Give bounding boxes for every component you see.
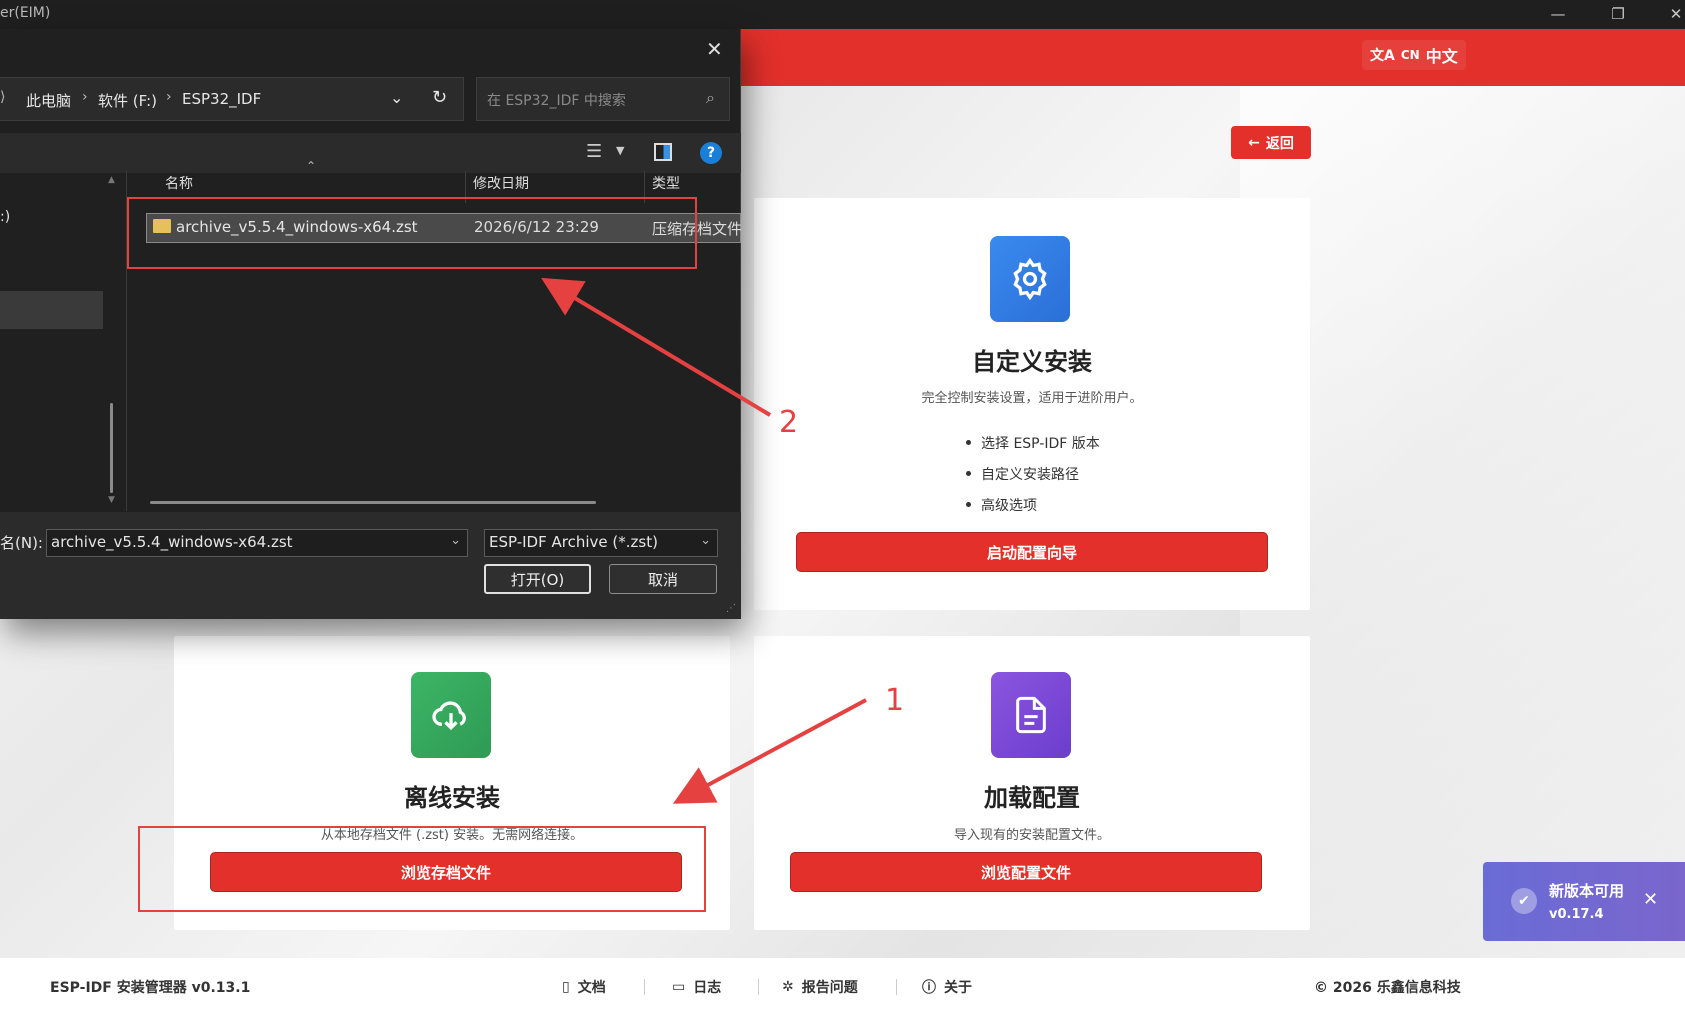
refresh-icon[interactable]: ↻ — [432, 87, 447, 108]
feature-item: 高级选项 — [966, 489, 1100, 520]
footer-copyright: © 2026 乐鑫信息科技 — [1314, 980, 1461, 996]
annotation-box-file — [127, 197, 697, 269]
annotation-box-browse — [138, 826, 706, 912]
filetype-select[interactable]: ESP-IDF Archive (*.zst) ⌄ — [484, 529, 718, 557]
load-desc: 导入现有的安装配置文件。 — [953, 828, 1110, 843]
footer-link-report[interactable]: ✲ 报告问题 — [782, 958, 858, 1016]
nav-scroll-up-icon[interactable]: ▲ — [108, 175, 115, 185]
nav-scroll-down-icon[interactable]: ▼ — [108, 495, 115, 505]
filename-input[interactable]: archive_v5.5.4_windows-x64.zst ⌄ — [46, 529, 468, 557]
annotation-step-2: 2 — [779, 405, 799, 440]
docs-label: 文档 — [577, 980, 606, 996]
start-wizard-button[interactable]: 启动配置向导 — [796, 532, 1268, 572]
lang-code: CN — [1400, 48, 1420, 62]
toast-title: 新版本可用 — [1549, 882, 1625, 900]
book-icon: ▯ — [562, 979, 570, 995]
annotation-step-1: 1 — [885, 683, 905, 718]
open-button[interactable]: 打开(O) — [484, 564, 591, 594]
offline-title: 离线安装 — [404, 784, 500, 812]
back-label: 返回 — [1265, 135, 1294, 152]
load-title: 加载配置 — [984, 784, 1080, 812]
resize-grip-icon[interactable]: ⋰ — [726, 603, 736, 614]
info-icon: ⓘ — [922, 980, 936, 996]
nav-item-partial[interactable]: :) — [0, 209, 10, 225]
chevron-down-icon[interactable]: ⌄ — [390, 88, 403, 107]
report-label: 报告问题 — [801, 980, 858, 996]
breadcrumb-item[interactable]: ESP32_IDF — [182, 90, 261, 108]
footer-link-about[interactable]: ⓘ 关于 — [922, 958, 972, 1016]
search-input[interactable]: 在 ESP32_IDF 中搜索 ⌕ — [476, 77, 730, 121]
chevron-down-icon[interactable]: ⌄ — [450, 533, 461, 548]
toast-close-icon[interactable]: ✕ — [1643, 889, 1658, 910]
check-circle-icon: ✔ — [1511, 888, 1537, 914]
window-title: er(EIM) — [0, 5, 51, 21]
feature-item: 选择 ESP-IDF 版本 — [966, 427, 1100, 458]
breadcrumb-item[interactable]: 此电脑 — [26, 90, 71, 111]
cloud-download-icon — [411, 672, 491, 758]
help-icon[interactable]: ? — [700, 142, 722, 164]
filename-value: archive_v5.5.4_windows-x64.zst — [51, 533, 293, 551]
nav-scrollbar[interactable] — [110, 403, 113, 493]
gear-icon — [990, 236, 1070, 322]
back-button[interactable]: ← 返回 — [1231, 126, 1311, 159]
footer-link-logs[interactable]: ▭ 日志 — [672, 958, 721, 1016]
feature-item: 自定义安装路径 — [966, 458, 1100, 489]
minimize-button[interactable]: — — [1538, 3, 1578, 25]
close-window-button[interactable]: ✕ — [1656, 3, 1685, 25]
load-config-card: 加载配置 导入现有的安装配置文件。 浏览配置文件 — [754, 636, 1310, 930]
preview-pane-icon[interactable] — [654, 143, 672, 161]
document-icon — [991, 672, 1071, 758]
arrow-left-icon: ← — [1248, 134, 1260, 151]
cancel-button[interactable]: 取消 — [609, 564, 717, 594]
custom-desc: 完全控制安装设置，适用于进阶用户。 — [921, 391, 1143, 406]
sort-ascending-icon: ⌃ — [306, 159, 317, 173]
dialog-toolbar: ☰ ▼ ? — [0, 133, 741, 173]
search-icon: ⌕ — [706, 88, 715, 107]
custom-feature-list: 选择 ESP-IDF 版本 自定义安装路径 高级选项 — [966, 427, 1100, 520]
filename-label: 名(N): — [0, 534, 43, 552]
view-dropdown-icon[interactable]: ▼ — [616, 144, 624, 157]
about-label: 关于 — [944, 980, 972, 996]
restore-button[interactable]: ❐ — [1598, 3, 1638, 25]
chevron-down-icon[interactable]: ⌄ — [700, 533, 711, 548]
file-list-scrollbar[interactable] — [150, 501, 596, 504]
bug-icon: ✲ — [782, 979, 794, 995]
custom-install-card: 自定义安装 完全控制安装设置，适用于进阶用户。 选择 ESP-IDF 版本 自定… — [754, 198, 1310, 610]
view-list-icon[interactable]: ☰ — [586, 141, 602, 162]
dialog-close-icon[interactable]: ✕ — [706, 37, 723, 61]
logs-label: 日志 — [693, 980, 722, 996]
filetype-value: ESP-IDF Archive (*.zst) — [489, 533, 658, 551]
lang-label: 中文 — [1425, 47, 1458, 66]
footer-version: ESP-IDF 安装管理器 v0.13.1 — [50, 980, 251, 996]
folder-icon: ▭ — [672, 979, 686, 995]
address-bar[interactable]: ⟩ 此电脑 › 软件 (F:) › ESP32_IDF ⌄ ↻ — [0, 77, 464, 121]
navigation-pane: :) — [0, 171, 126, 509]
breadcrumb-item[interactable]: 软件 (F:) — [98, 90, 157, 111]
footer: ESP-IDF 安装管理器 v0.13.1 ▯ 文档 ▭ 日志 ✲ 报告问题 ⓘ 关于 … — [0, 958, 1685, 1016]
translate-icon: 文A — [1370, 48, 1395, 64]
nav-item-selected[interactable] — [0, 291, 103, 329]
chevron-right-icon: › — [166, 89, 172, 105]
browse-config-button[interactable]: 浏览配置文件 — [790, 852, 1262, 892]
toast-version: v0.17.4 — [1549, 907, 1604, 922]
chevron-right-icon: › — [82, 89, 88, 105]
footer-link-docs[interactable]: ▯ 文档 — [562, 958, 606, 1016]
language-switch[interactable]: 文A CN 中文 — [1362, 40, 1466, 70]
search-placeholder: 在 ESP32_IDF 中搜索 — [487, 93, 626, 109]
custom-title: 自定义安装 — [972, 348, 1092, 376]
update-toast[interactable]: ✔ 新版本可用 v0.17.4 ✕ — [1483, 862, 1685, 941]
file-open-dialog: ✕ ⟩ 此电脑 › 软件 (F:) › ESP32_IDF ⌄ ↻ 在 ESP3… — [0, 29, 742, 619]
window-titlebar: er(EIM) — ❐ ✕ — [0, 0, 1685, 29]
